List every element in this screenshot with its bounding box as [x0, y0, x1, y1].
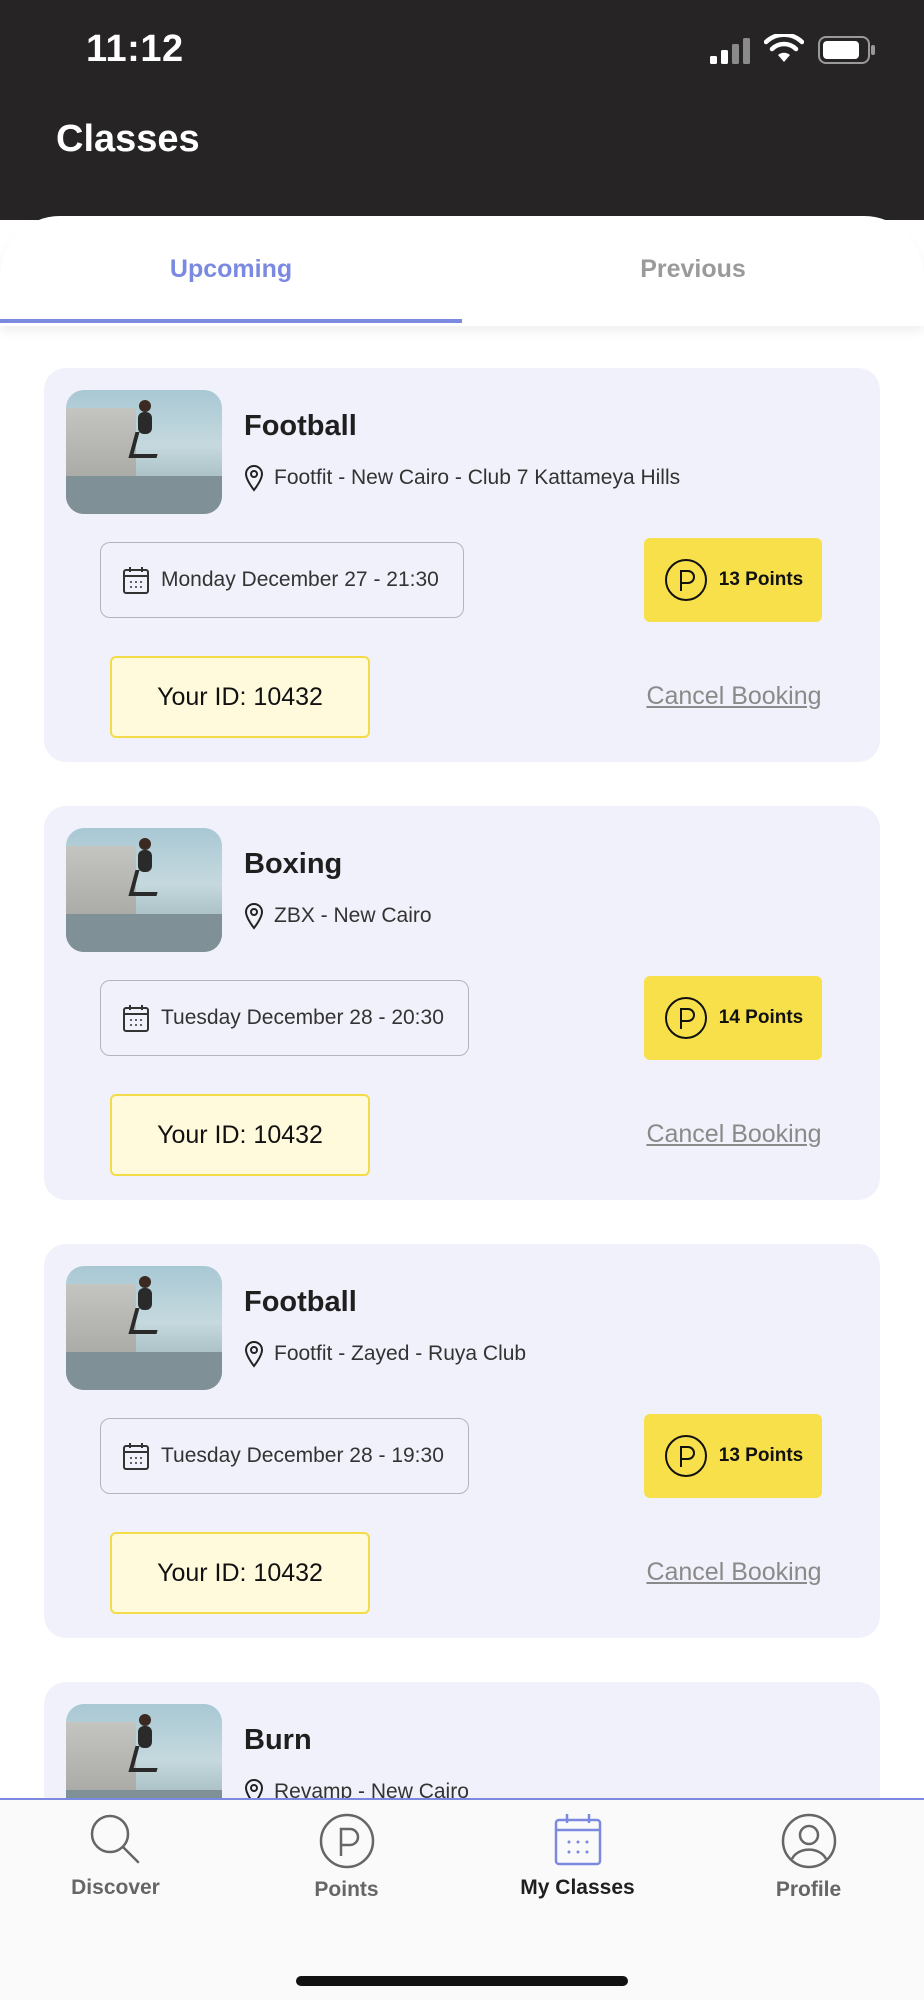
- location-pin-icon: [244, 1779, 264, 1798]
- app-header: Classes: [0, 100, 924, 220]
- points-badge: 13 Points: [644, 1414, 822, 1498]
- points-icon: [664, 559, 707, 601]
- booking-id: Your ID: 10432: [110, 656, 370, 738]
- battery-icon: [818, 36, 875, 64]
- class-location-text: Revamp - New Cairo: [274, 1780, 469, 1798]
- calendar-icon: [123, 1005, 149, 1032]
- nav-my-classes[interactable]: My Classes: [462, 1812, 693, 1932]
- class-date-text: Tuesday December 28 - 20:30: [161, 1006, 444, 1029]
- calendar-icon: [123, 567, 149, 594]
- calendar-icon: [554, 1814, 601, 1866]
- class-thumbnail: [66, 1704, 222, 1798]
- nav-profile-label: Profile: [775, 1878, 842, 1901]
- class-location: ZBX - New Cairo: [244, 902, 432, 930]
- nav-points[interactable]: Points: [231, 1812, 462, 1932]
- cancel-booking-button[interactable]: Cancel Booking: [634, 682, 834, 711]
- class-location-text: Footfit - New Cairo - Club 7 Kattameya H…: [274, 466, 681, 489]
- points-icon: [664, 997, 707, 1039]
- active-tab-indicator: [0, 319, 462, 323]
- points-badge: 13 Points: [644, 538, 822, 622]
- points-value: 14 Points: [718, 1007, 804, 1028]
- status-bar: 11:12: [0, 0, 924, 100]
- class-location: Revamp - New Cairo: [244, 1778, 469, 1798]
- class-thumbnail: [66, 828, 222, 952]
- points-value: 13 Points: [718, 569, 804, 590]
- page-title: Classes: [56, 118, 200, 160]
- location-pin-icon: [244, 903, 264, 930]
- points-value: 13 Points: [718, 1445, 804, 1466]
- bottom-nav: Discover Points My Classes Profile: [0, 1798, 924, 2000]
- class-thumbnail: [66, 1266, 222, 1390]
- cancel-booking-button[interactable]: Cancel Booking: [634, 1558, 834, 1587]
- calendar-icon: [123, 1443, 149, 1470]
- class-title: Football: [244, 1286, 357, 1318]
- location-pin-icon: [244, 465, 264, 492]
- booking-card: Boxing ZBX - New Cairo Tuesday December …: [44, 806, 880, 1200]
- booking-card: Football Footfit - New Cairo - Club 7 Ka…: [44, 368, 880, 762]
- class-location: Footfit - Zayed - Ruya Club: [244, 1340, 526, 1368]
- tab-previous[interactable]: Previous: [462, 216, 924, 322]
- booking-card: Burn Revamp - New Cairo: [44, 1682, 880, 1798]
- class-title: Boxing: [244, 848, 343, 880]
- location-pin-icon: [244, 1341, 264, 1368]
- status-time: 11:12: [86, 28, 184, 70]
- class-location-text: ZBX - New Cairo: [274, 904, 432, 927]
- class-location-text: Footfit - Zayed - Ruya Club: [274, 1342, 527, 1365]
- class-date: Tuesday December 28 - 19:30: [100, 1418, 469, 1494]
- class-date-text: Tuesday December 28 - 19:30: [161, 1444, 444, 1467]
- profile-icon: [781, 1813, 836, 1869]
- nav-my-classes-label: My Classes: [520, 1876, 635, 1899]
- tab-bar: Upcoming Previous: [0, 216, 924, 326]
- class-date: Tuesday December 28 - 20:30: [100, 980, 469, 1056]
- nav-points-label: Points: [314, 1878, 379, 1901]
- nav-discover[interactable]: Discover: [0, 1812, 231, 1932]
- nav-profile[interactable]: Profile: [693, 1812, 924, 1932]
- home-indicator: [296, 1976, 628, 1986]
- cellular-signal-icon: [710, 38, 750, 64]
- points-icon: [664, 1435, 707, 1477]
- class-date-text: Monday December 27 - 21:30: [161, 568, 439, 591]
- booking-id: Your ID: 10432: [110, 1532, 370, 1614]
- cancel-booking-button[interactable]: Cancel Booking: [634, 1120, 834, 1149]
- booking-card: Football Footfit - Zayed - Ruya Club Tue…: [44, 1244, 880, 1638]
- tab-upcoming[interactable]: Upcoming: [0, 216, 462, 322]
- bookings-list[interactable]: Football Footfit - New Cairo - Club 7 Ka…: [0, 326, 924, 1798]
- points-icon: [319, 1813, 374, 1869]
- search-icon: [90, 1814, 139, 1864]
- wifi-icon: [764, 34, 804, 62]
- class-thumbnail: [66, 390, 222, 514]
- class-location: Footfit - New Cairo - Club 7 Kattameya H…: [244, 464, 680, 492]
- booking-id: Your ID: 10432: [110, 1094, 370, 1176]
- points-badge: 14 Points: [644, 976, 822, 1060]
- class-date: Monday December 27 - 21:30: [100, 542, 464, 618]
- class-title: Football: [244, 410, 357, 442]
- class-title: Burn: [244, 1724, 312, 1756]
- nav-discover-label: Discover: [71, 1876, 160, 1899]
